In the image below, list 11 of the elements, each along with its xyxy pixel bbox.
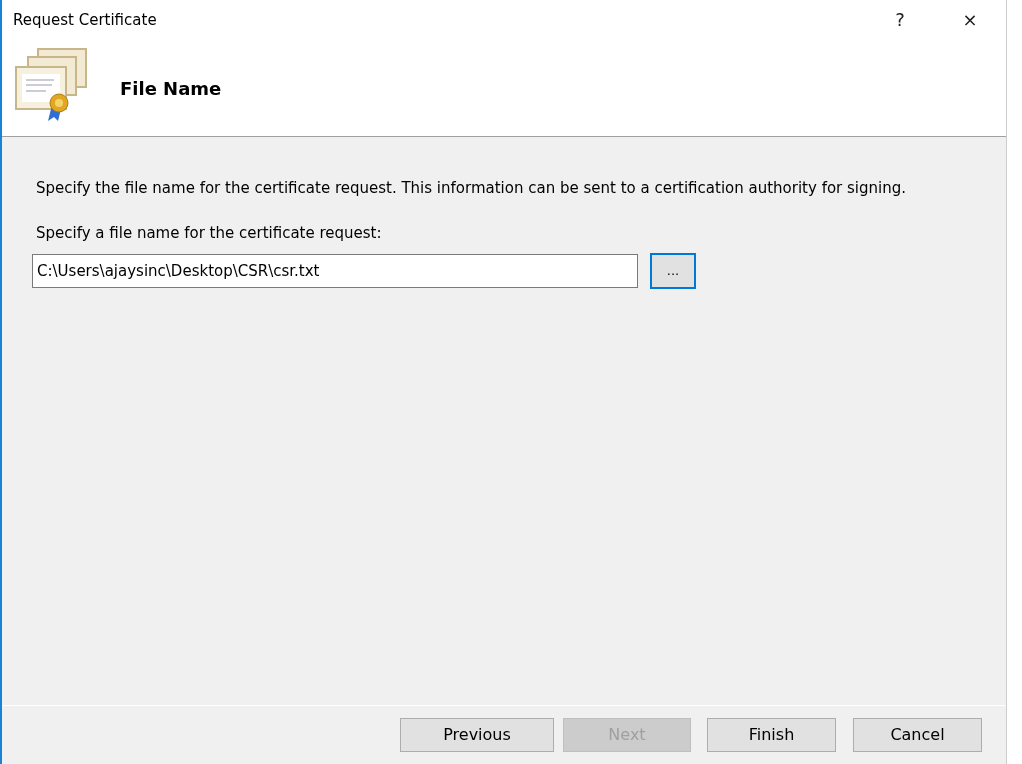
browse-button[interactable]: ... (650, 252, 696, 289)
field-label: Specify a file name for the certificate request: (36, 223, 383, 245)
finish-button[interactable]: Finish (707, 718, 836, 752)
help-button[interactable]: ? (888, 11, 912, 29)
previous-button[interactable]: Previous (400, 718, 554, 752)
page-heading: File Name (120, 76, 222, 101)
cancel-button[interactable]: Cancel (853, 718, 982, 752)
description-text: Specify the file name for the certificate request. This information can be sent to a certification authority for signing. (36, 178, 907, 199)
close-button[interactable]: × (958, 11, 982, 29)
window-title: Request Certificate (13, 9, 157, 31)
file-path-field[interactable]: C:\Users\ajaysinc\Desktop\CSR\csr.txt (32, 253, 638, 288)
